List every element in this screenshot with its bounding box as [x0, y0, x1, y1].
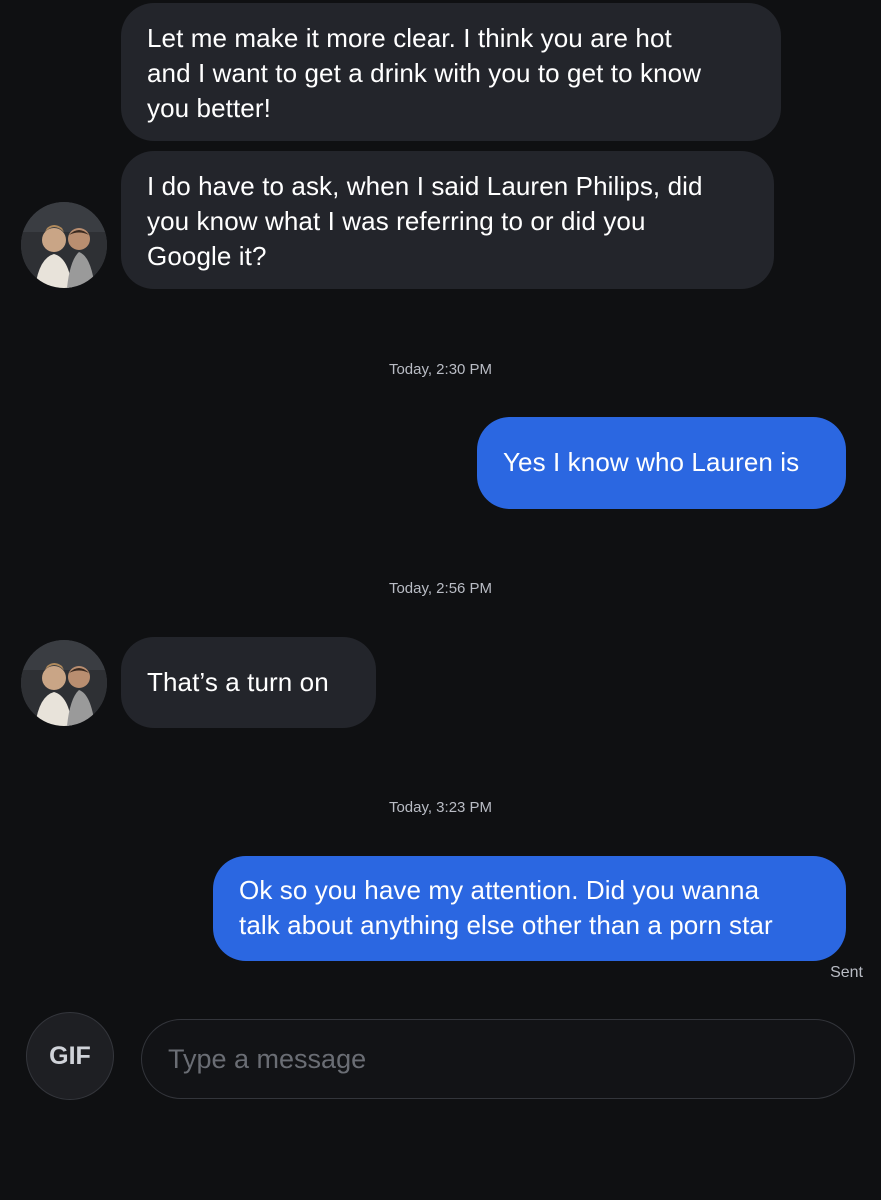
message-line: Ok so you have my attention. Did you wan…: [239, 875, 760, 905]
profile-photo-icon: [21, 640, 107, 726]
message-timestamp: Today, 2:56 PM: [388, 580, 493, 597]
profile-photo-icon: [21, 202, 107, 288]
message-timestamp: Today, 2:30 PM: [388, 361, 493, 378]
message-bubble-outgoing[interactable]: Ok so you have my attention. Did you wan…: [213, 856, 846, 961]
delivery-status: Sent: [830, 964, 863, 981]
message-line: That’s a turn on: [147, 667, 329, 697]
message-line: Let me make it more clear. I think you a…: [147, 23, 672, 53]
message-line: Google it?: [147, 241, 267, 271]
match-avatar[interactable]: [21, 202, 107, 288]
message-bubble-incoming[interactable]: That’s a turn on: [121, 637, 376, 728]
gif-button[interactable]: GIF: [26, 1012, 114, 1100]
message-bubble-incoming[interactable]: Let me make it more clear. I think you a…: [121, 3, 781, 141]
message-line: and I want to get a drink with you to ge…: [147, 58, 702, 88]
message-input[interactable]: [142, 1020, 854, 1098]
message-input-container[interactable]: [141, 1019, 855, 1099]
message-line: Yes I know who Lauren is: [503, 447, 800, 477]
message-bubble-outgoing[interactable]: Yes I know who Lauren is: [477, 417, 846, 509]
message-timestamp: Today, 3:23 PM: [388, 799, 493, 816]
message-bubble-incoming[interactable]: I do have to ask, when I said Lauren Phi…: [121, 151, 774, 289]
message-line: you know what I was referring to or did …: [147, 206, 646, 236]
message-line: you better!: [147, 93, 271, 123]
message-line: talk about anything else other than a po…: [239, 910, 773, 940]
match-avatar[interactable]: [21, 640, 107, 726]
message-line: I do have to ask, when I said Lauren Phi…: [147, 171, 703, 201]
